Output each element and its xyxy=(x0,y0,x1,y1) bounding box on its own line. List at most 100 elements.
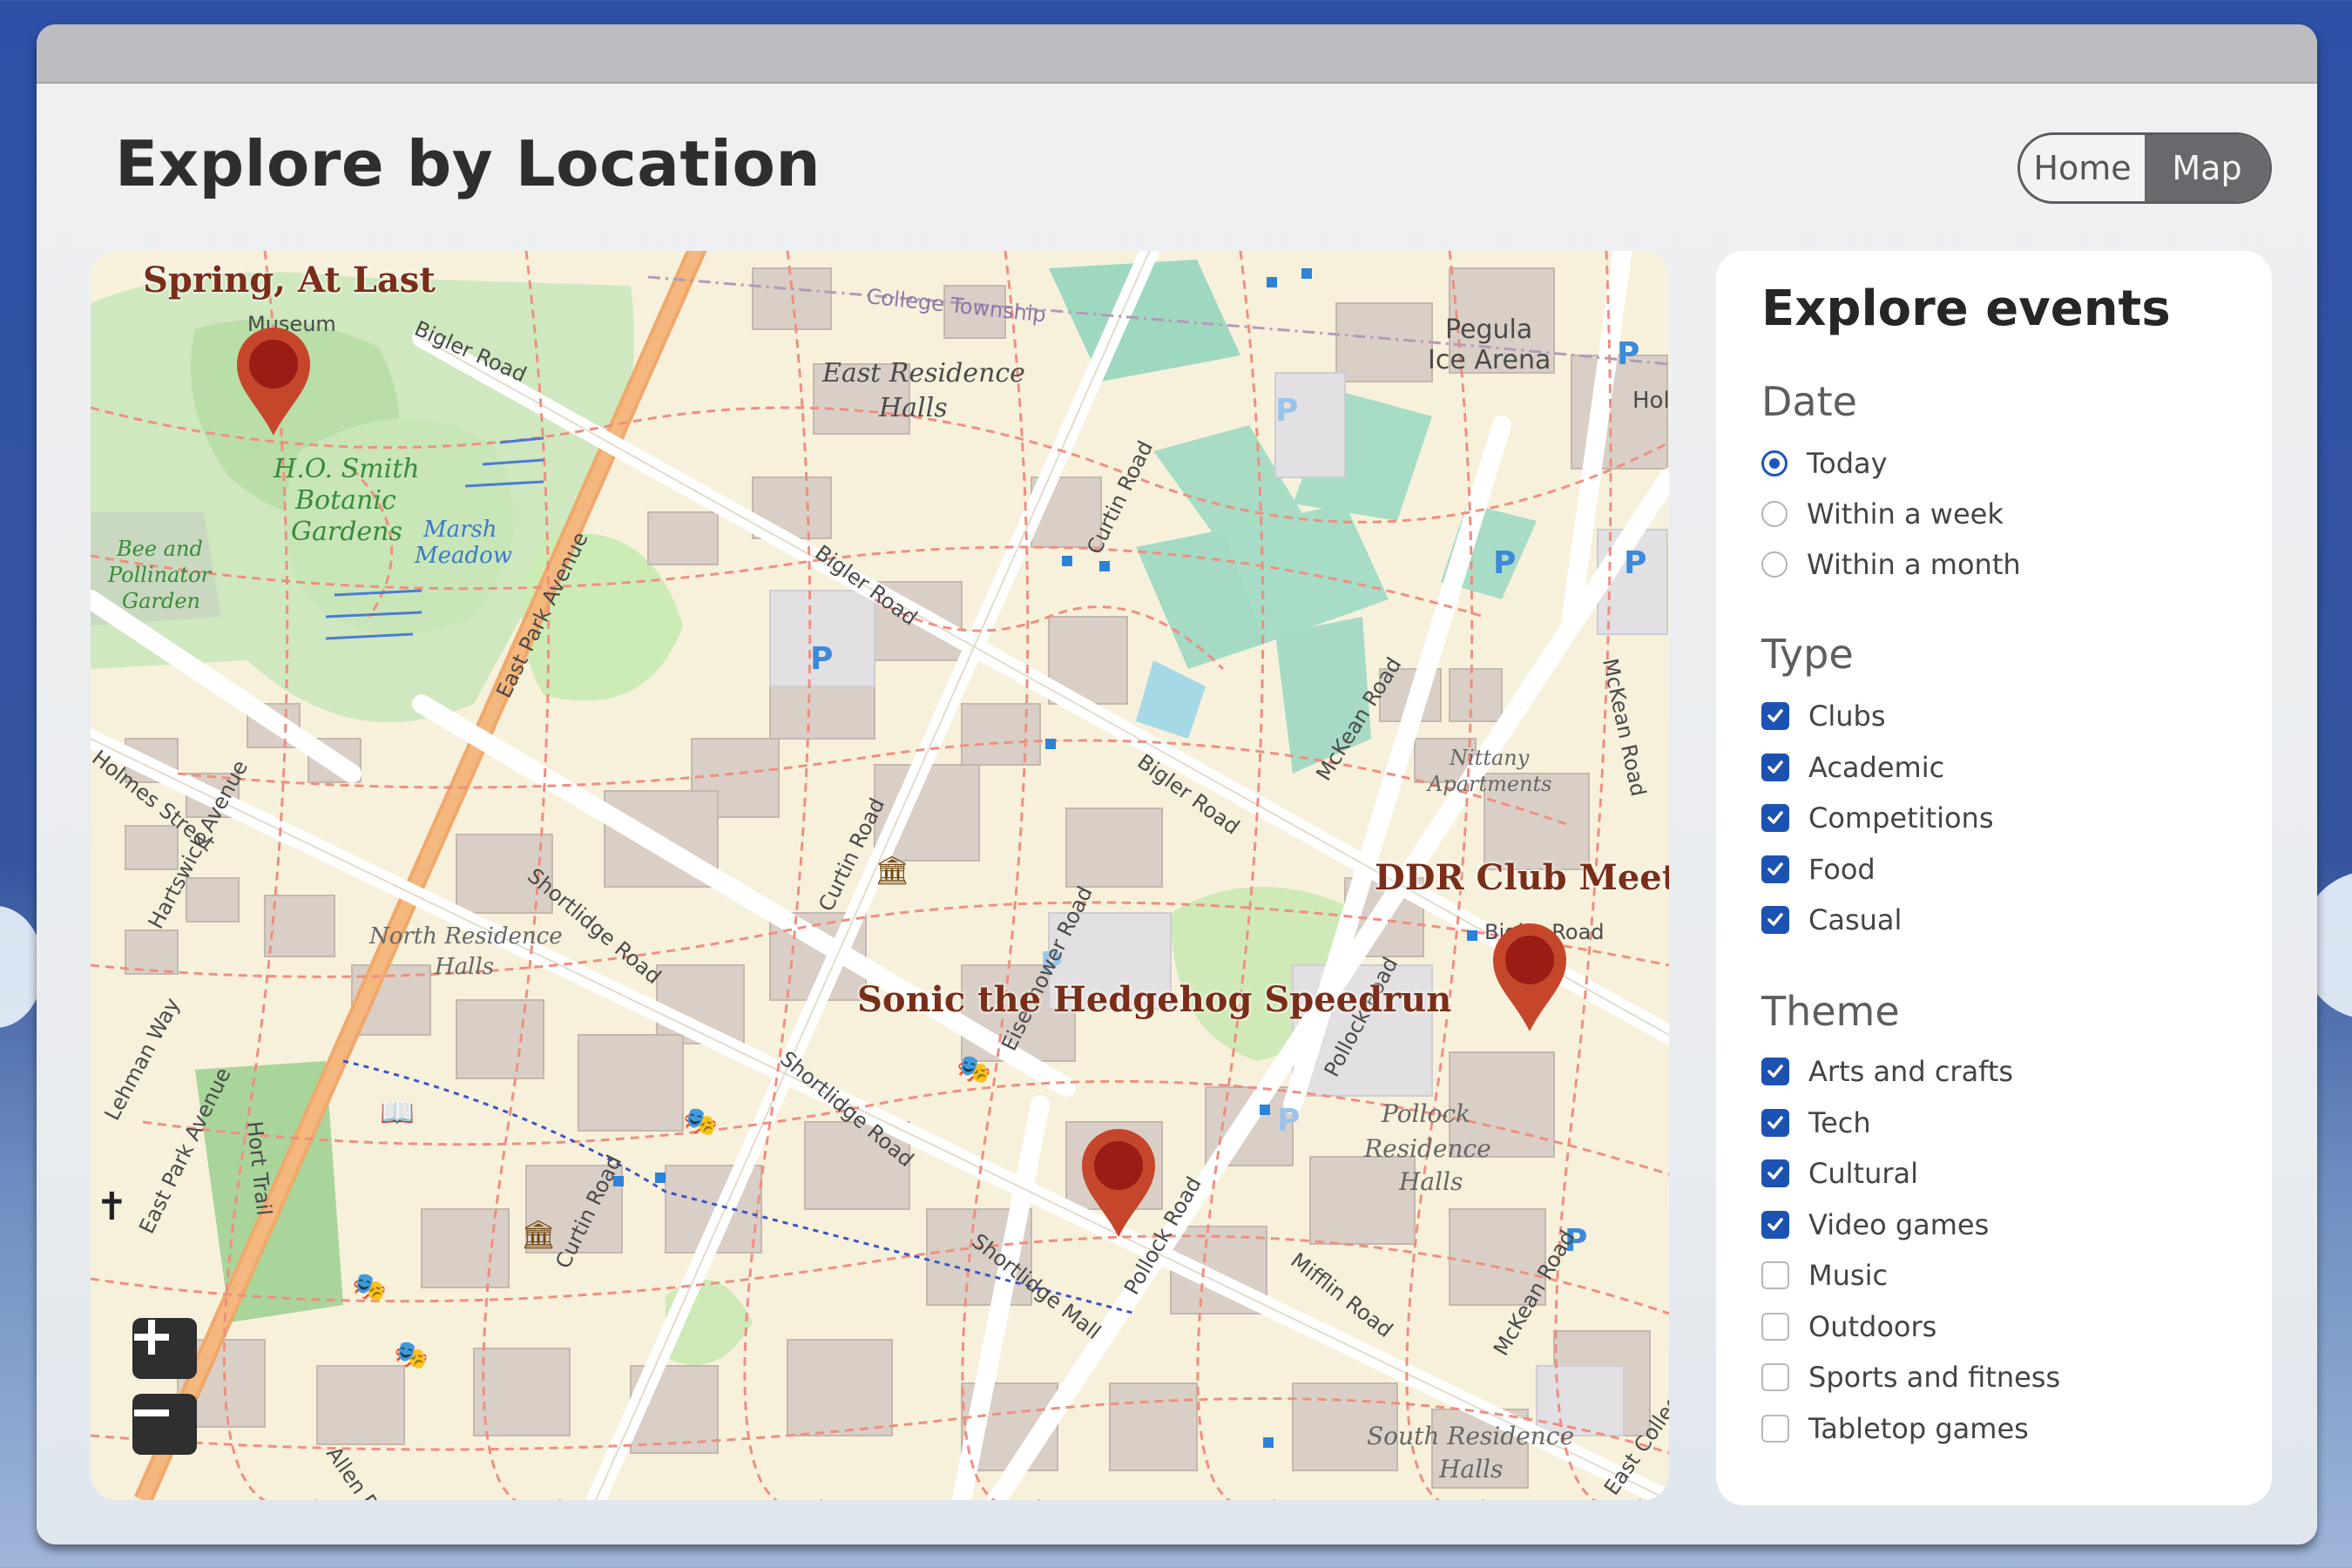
svg-text:Garden: Garden xyxy=(122,589,200,613)
filter-panel: Explore events Date Today Within a week … xyxy=(1716,251,2272,1505)
filter-panel-heading: Explore events xyxy=(1761,280,2171,337)
checkbox-checked-icon[interactable] xyxy=(1761,1058,1789,1085)
checkbox-checked-icon[interactable] xyxy=(1761,753,1789,781)
zoom-in-button[interactable] xyxy=(132,1318,197,1379)
checkbox-checked-icon[interactable] xyxy=(1761,1108,1789,1137)
checkbox-checked-icon[interactable] xyxy=(1761,855,1789,883)
option-label: Competitions xyxy=(1808,801,1994,835)
radio-selected-icon[interactable] xyxy=(1761,450,1788,476)
option-label: Food xyxy=(1808,852,1876,886)
checkbox-checked-icon[interactable] xyxy=(1761,906,1789,934)
theme-section-title: Theme xyxy=(1761,988,1900,1035)
option-label: Music xyxy=(1808,1259,1889,1292)
theme-option[interactable]: Tech xyxy=(1761,1104,1871,1142)
option-label: Outdoors xyxy=(1808,1309,1937,1343)
svg-text:🎭: 🎭 xyxy=(683,1105,718,1138)
page-title: Explore by Location xyxy=(115,127,821,200)
theme-option[interactable]: Outdoors xyxy=(1761,1308,1936,1346)
type-section-title: Type xyxy=(1761,631,1854,678)
svg-text:Bee and: Bee and xyxy=(116,537,203,561)
svg-text:🏛: 🏛 xyxy=(521,1218,557,1251)
checkbox-checked-icon[interactable] xyxy=(1761,702,1789,730)
event-map[interactable]: P P P P P P P P 🏛 🏛 📖 🎭 🎭 🎭 🎭 ✝ Museum B… xyxy=(91,251,1669,1500)
svg-text:Pollinator: Pollinator xyxy=(107,563,213,587)
svg-text:📖: 📖 xyxy=(380,1096,415,1129)
svg-text:Gardens: Gardens xyxy=(291,517,402,547)
plus-icon xyxy=(134,1320,169,1355)
event-label[interactable]: DDR Club Meetin xyxy=(1375,857,1669,898)
radio-icon[interactable] xyxy=(1761,501,1788,527)
svg-text:North Residence: North Residence xyxy=(368,923,563,950)
svg-text:🎭: 🎭 xyxy=(352,1270,387,1303)
theme-option[interactable]: Sports and fitness xyxy=(1761,1358,2060,1396)
svg-text:✝: ✝ xyxy=(96,1185,128,1229)
svg-text:Ice Arena: Ice Arena xyxy=(1428,345,1551,375)
svg-text:🎭: 🎭 xyxy=(956,1052,991,1085)
event-pin[interactable] xyxy=(1078,1125,1159,1239)
svg-text:🏛: 🏛 xyxy=(875,854,910,887)
checkbox-icon[interactable] xyxy=(1761,1261,1789,1289)
nav-toggle: Home Map xyxy=(2017,132,2272,204)
nav-map-button[interactable]: Map xyxy=(2145,135,2269,201)
svg-text:Apartments: Apartments xyxy=(1426,772,1552,796)
radio-icon[interactable] xyxy=(1761,551,1788,578)
event-pin[interactable] xyxy=(233,324,314,437)
svg-text:South Residence: South Residence xyxy=(1367,1422,1574,1450)
option-label: Video games xyxy=(1808,1207,1990,1241)
checkbox-checked-icon[interactable] xyxy=(1761,804,1789,832)
svg-text:P: P xyxy=(810,641,833,677)
svg-text:East Residence: East Residence xyxy=(821,358,1025,389)
type-option[interactable]: Clubs xyxy=(1761,697,1886,735)
checkbox-icon[interactable] xyxy=(1761,1363,1789,1391)
option-label: Sports and fitness xyxy=(1808,1361,2061,1394)
checkbox-checked-icon[interactable] xyxy=(1761,1210,1789,1239)
svg-text:Pollock: Pollock xyxy=(1381,1099,1470,1128)
svg-text:Halls: Halls xyxy=(434,954,494,980)
theme-option[interactable]: Arts and crafts xyxy=(1761,1052,2013,1091)
svg-text:Nittany: Nittany xyxy=(1449,746,1530,770)
svg-text:P: P xyxy=(1493,545,1516,581)
option-label: Tabletop games xyxy=(1808,1411,2029,1445)
event-label[interactable]: Spring, At Last xyxy=(143,260,436,301)
type-option[interactable]: Academic xyxy=(1761,748,1944,787)
svg-text:Halls: Halls xyxy=(878,393,948,423)
svg-text:Halls: Halls xyxy=(1438,1455,1503,1484)
option-label: Within a week xyxy=(1807,497,2004,531)
event-pin[interactable] xyxy=(1490,920,1570,1033)
option-label: Casual xyxy=(1808,903,1903,936)
nav-home-button[interactable]: Home xyxy=(2020,135,2145,201)
type-option[interactable]: Food xyxy=(1761,850,1876,889)
svg-text:Meadow: Meadow xyxy=(414,543,512,569)
option-label: Clubs xyxy=(1808,700,1886,733)
date-option-week[interactable]: Within a week xyxy=(1761,495,2004,533)
svg-text:🎭: 🎭 xyxy=(394,1338,429,1371)
checkbox-checked-icon[interactable] xyxy=(1761,1159,1789,1187)
svg-text:Pegula: Pegula xyxy=(1445,314,1532,345)
date-option-month[interactable]: Within a month xyxy=(1761,545,2021,584)
minus-icon xyxy=(134,1409,169,1416)
zoom-out-button[interactable] xyxy=(132,1394,197,1455)
checkbox-icon[interactable] xyxy=(1761,1414,1789,1443)
theme-option[interactable]: Tabletop games xyxy=(1761,1409,2029,1448)
date-option-today[interactable]: Today xyxy=(1761,444,1888,483)
app-window: Explore by Location Home Map P P P P P P… xyxy=(37,24,2317,1544)
svg-text:Marsh: Marsh xyxy=(422,517,497,543)
type-option[interactable]: Casual xyxy=(1761,901,1902,939)
svg-text:P: P xyxy=(1275,393,1298,429)
page-content: Explore by Location Home Map P P P P P P… xyxy=(37,84,2317,1544)
option-label: Tech xyxy=(1808,1105,1871,1139)
theme-option[interactable]: Cultural xyxy=(1761,1154,1918,1193)
theme-option[interactable]: Video games xyxy=(1761,1206,1989,1244)
svg-text:P: P xyxy=(1617,336,1639,372)
date-section-title: Date xyxy=(1761,378,1857,425)
theme-option[interactable]: Music xyxy=(1761,1256,1888,1294)
checkbox-icon[interactable] xyxy=(1761,1312,1789,1341)
option-label: Within a month xyxy=(1807,548,2021,581)
option-label: Today xyxy=(1807,447,1888,480)
svg-text:Hol: Hol xyxy=(1632,388,1669,414)
window-titlebar xyxy=(37,24,2317,84)
option-label: Cultural xyxy=(1808,1157,1918,1190)
type-option[interactable]: Competitions xyxy=(1761,799,1994,837)
event-label[interactable]: Sonic the Hedgehog Speedrun xyxy=(857,979,1451,1020)
svg-text:Halls: Halls xyxy=(1398,1167,1463,1196)
